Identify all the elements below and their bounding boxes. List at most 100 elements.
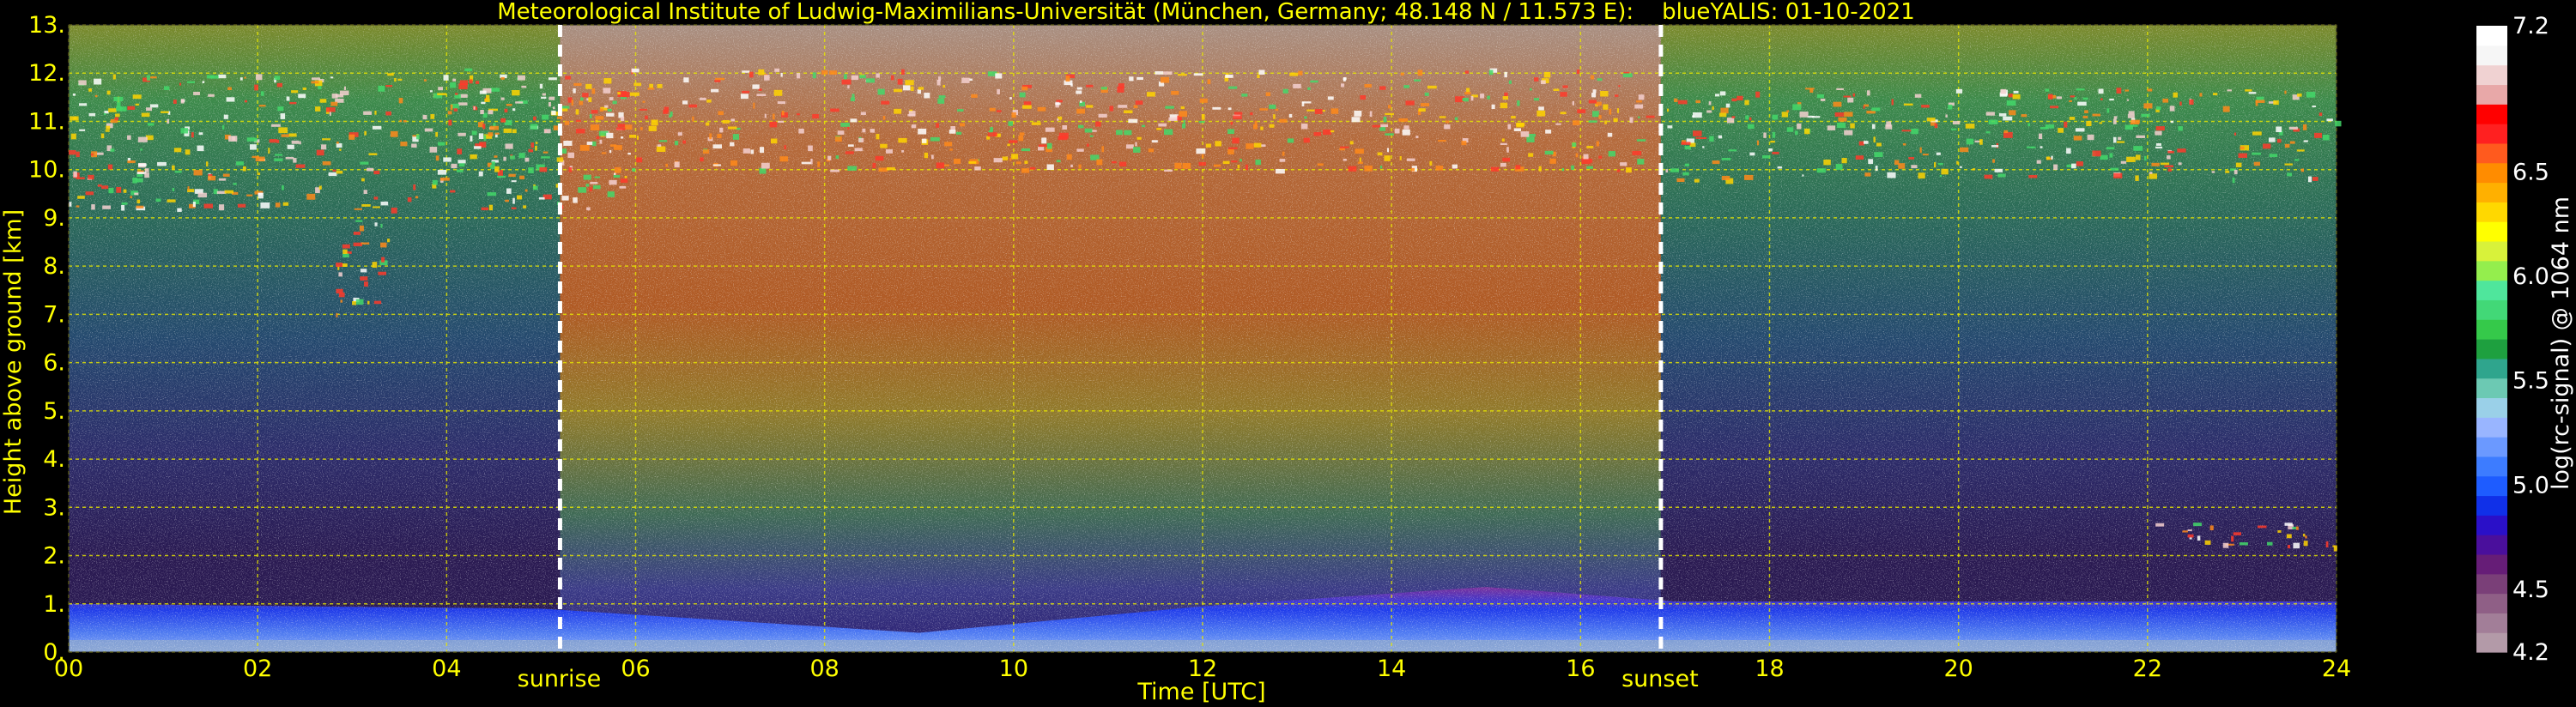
cloud-speck — [338, 272, 342, 277]
cloud-speck — [1232, 137, 1240, 144]
cloud-speck — [1055, 102, 1061, 106]
cloud-speck — [1240, 159, 1242, 162]
cloud-speck — [614, 166, 621, 173]
cloud-speck — [1540, 80, 1546, 85]
cloud-speck — [121, 202, 128, 205]
cloud-speck — [1259, 108, 1269, 111]
cloud-speck — [1966, 138, 1974, 145]
cloud-speck — [102, 205, 112, 209]
cloud-speck — [931, 154, 934, 160]
cloud-speck — [629, 135, 636, 138]
cloud-speck — [1804, 128, 1810, 135]
colorbar-segment — [2476, 240, 2507, 262]
cloud-speck — [1589, 159, 1593, 163]
cloud-speck — [285, 156, 294, 160]
cloud-speck — [302, 88, 306, 90]
cloud-speck — [198, 132, 203, 136]
cloud-speck — [943, 84, 946, 88]
cloud-speck — [104, 111, 109, 114]
cloud-speck — [481, 207, 489, 211]
cloud-speck — [490, 88, 500, 92]
x-tick-label: 12 — [1188, 656, 1217, 682]
cloud-speck — [1133, 105, 1138, 109]
cloud-speck — [2036, 160, 2041, 164]
cloud-speck — [1227, 148, 1234, 154]
cloud-speck — [1636, 100, 1642, 103]
cloud-speck — [77, 196, 85, 199]
cloud-speck — [179, 82, 182, 86]
cloud-speck — [1592, 89, 1597, 94]
cloud-speck — [150, 76, 157, 79]
cloud-speck — [1340, 83, 1345, 88]
cloud-speck — [1241, 94, 1248, 97]
cloud-speck — [1165, 106, 1174, 109]
colorbar-segment — [2476, 319, 2507, 340]
cloud-speck — [1549, 158, 1556, 164]
cloud-speck — [1225, 75, 1233, 78]
cloud-speck — [1427, 85, 1437, 89]
cloud-speck — [607, 108, 612, 112]
cloud-speck — [1258, 69, 1265, 75]
cloud-speck — [2109, 98, 2114, 101]
cloud-speck — [2144, 155, 2147, 161]
cloud-speck — [549, 96, 555, 100]
cloud-speck — [1109, 106, 1113, 112]
cloud-speck — [1721, 175, 1730, 180]
cloud-speck — [2045, 88, 2050, 92]
cloud-speck — [1792, 104, 1802, 111]
cloud-speck — [1504, 92, 1508, 97]
cloud-speck — [742, 148, 750, 154]
cloud-speck — [1011, 154, 1019, 160]
cloud-speck — [1009, 140, 1018, 143]
cloud-speck — [1275, 108, 1279, 112]
cloud-speck — [1718, 112, 1727, 118]
cloud-speck — [500, 118, 506, 123]
cloud-speck — [1323, 129, 1331, 136]
cloud-speck — [624, 175, 627, 178]
cloud-speck — [712, 164, 721, 166]
cloud-speck — [1254, 120, 1258, 126]
cloud-speck — [1193, 73, 1203, 76]
cloud-speck — [2155, 523, 2165, 527]
cloud-speck — [1781, 112, 1789, 118]
cloud-speck — [553, 106, 555, 110]
cloud-speck — [2303, 140, 2308, 142]
cloud-speck — [1279, 118, 1288, 123]
cloud-speck — [397, 78, 403, 81]
cloud-speck — [218, 74, 227, 79]
cloud-speck — [506, 188, 512, 194]
cloud-speck — [1086, 105, 1094, 108]
cloud-speck — [336, 263, 342, 268]
cloud-speck — [2100, 154, 2108, 160]
cloud-speck — [1142, 124, 1146, 128]
cloud-speck — [2302, 124, 2307, 130]
colorbar-segment — [2476, 437, 2507, 457]
cloud-speck — [1135, 142, 1137, 147]
colorbar-segment — [2476, 456, 2507, 477]
colorbar-segment — [2476, 45, 2507, 66]
cloud-speck — [656, 146, 666, 152]
cloud-speck — [311, 77, 321, 81]
cloud-speck — [2100, 98, 2103, 100]
cloud-speck — [258, 192, 264, 199]
cloud-speck — [349, 134, 355, 140]
cloud-speck — [639, 108, 648, 111]
cloud-speck — [1168, 117, 1178, 122]
cloud-speck — [1086, 143, 1089, 147]
cloud-speck — [567, 152, 575, 159]
cloud-speck — [1866, 110, 1876, 114]
cloud-speck — [378, 271, 387, 275]
cloud-speck — [620, 97, 627, 100]
cloud-speck — [435, 155, 439, 161]
cloud-speck — [244, 100, 247, 103]
cloud-speck — [1007, 143, 1010, 147]
y-tick-label: 2. — [43, 543, 65, 570]
cloud-speck — [575, 109, 579, 115]
y-tick-labels: 0. 1. 2. 3. 4. 5. 6. 7. 8. 9. 10. 11. 12. 13. — [28, 12, 65, 666]
cloud-speck — [488, 110, 494, 115]
cloud-speck — [479, 90, 487, 94]
cloud-speck — [1156, 128, 1162, 130]
cloud-speck — [936, 79, 941, 86]
cloud-speck — [576, 129, 585, 134]
cloud-speck — [1133, 147, 1141, 153]
